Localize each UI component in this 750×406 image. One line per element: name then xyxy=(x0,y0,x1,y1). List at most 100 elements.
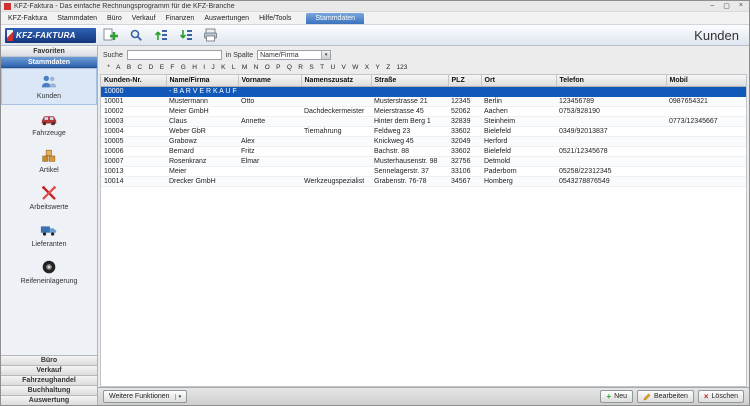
search-input[interactable] xyxy=(126,50,222,60)
table-cell xyxy=(666,86,746,97)
alpha-letter[interactable]: R xyxy=(295,64,306,71)
alpha-letter[interactable]: X xyxy=(362,64,373,71)
table-cell: Weber GbR xyxy=(166,126,238,137)
table-row[interactable]: 10003 Claus Annette Hinter dem Berg 1 32839 S… xyxy=(101,116,746,127)
menu-item-auswertungen[interactable]: Auswertungen xyxy=(199,13,254,24)
alpha-letter[interactable]: Q xyxy=(284,64,295,71)
menu-item-finanzen[interactable]: Finanzen xyxy=(161,13,200,24)
alpha-letter[interactable]: Y xyxy=(372,64,383,71)
print-icon[interactable] xyxy=(200,26,221,44)
customer-table: Kunden-Nr. Name/Firma Vorname Namenszusatz S… xyxy=(100,74,747,387)
tab-stammdaten[interactable]: Stammdaten xyxy=(306,13,365,24)
table-cell: Elmar xyxy=(238,156,301,167)
chevron-down-icon[interactable]: ▾ xyxy=(174,393,181,400)
app-logo: KFZ-FAKTURA xyxy=(5,27,96,43)
maximize-button[interactable]: ▢ xyxy=(723,2,730,10)
column-header[interactable]: Kunden-Nr. xyxy=(101,75,167,87)
alpha-letter[interactable]: A xyxy=(113,64,124,71)
alpha-letter[interactable]: O xyxy=(262,64,273,71)
table-row[interactable]: 10014 Drecker GmbH Werkzeugspezialist Grabe… xyxy=(101,176,746,187)
table-row[interactable]: 10006 Bernard Fritz Bachstr. 88 33602 Bielefe… xyxy=(101,146,746,157)
edit-button[interactable]: Bearbeiten xyxy=(637,390,694,403)
alpha-letter[interactable]: D xyxy=(145,64,156,71)
table-row[interactable]: 10013 Meier Sennelagerstr. 37 33106 Paderbor… xyxy=(101,166,746,177)
table-row[interactable]: 10002 Meier GmbH Dachdeckermeister Meierstr… xyxy=(101,106,746,117)
sidebar-item-arbeitswerte[interactable]: Arbeitswerte xyxy=(1,179,97,216)
sidebar-stammdaten-header[interactable]: Stammdaten xyxy=(1,57,97,68)
alpha-letter[interactable]: I xyxy=(200,64,208,71)
sidebar-item-buero[interactable]: Büro xyxy=(1,355,97,365)
sidebar-item-label: Fahrzeuge xyxy=(32,130,66,137)
alpha-letter[interactable]: N xyxy=(250,64,261,71)
table-cell: 32756 xyxy=(448,156,481,167)
alpha-letter[interactable]: F xyxy=(167,64,177,71)
cross-icon: × xyxy=(703,391,709,401)
alpha-letter[interactable]: Z xyxy=(383,64,393,71)
table-cell: 0753/928190 xyxy=(556,106,666,117)
logo-text: KFZ-FAKTURA xyxy=(16,30,76,40)
column-header[interactable]: Mobil xyxy=(666,75,746,87)
sort-descending-icon[interactable] xyxy=(175,26,196,44)
alpha-letter[interactable]: S xyxy=(306,64,317,71)
alpha-letter[interactable]: * xyxy=(104,64,113,71)
alpha-letter[interactable]: E xyxy=(157,64,168,71)
alpha-letter[interactable]: M xyxy=(239,64,251,71)
sidebar-item-auswertung[interactable]: Auswertung xyxy=(1,395,97,405)
pencil-icon xyxy=(643,393,651,401)
delete-button[interactable]: × Löschen xyxy=(697,390,744,403)
alpha-letter[interactable]: K xyxy=(218,64,229,71)
column-header[interactable]: Name/Firma xyxy=(166,75,239,87)
alpha-letter[interactable]: W xyxy=(349,64,362,71)
sidebar-item-verkauf[interactable]: Verkauf xyxy=(1,365,97,375)
sidebar-item-fahrzeughandel[interactable]: Fahrzeughandel xyxy=(1,375,97,385)
table-cell: 0521/12345678 xyxy=(556,146,666,157)
alpha-letter[interactable]: U xyxy=(327,64,338,71)
alpha-letter[interactable]: G xyxy=(178,64,189,71)
alpha-letter[interactable]: L xyxy=(229,64,239,71)
column-header[interactable]: Straße xyxy=(371,75,449,87)
column-header[interactable]: Telefon xyxy=(556,75,667,87)
column-header[interactable]: Namenszusatz xyxy=(301,75,372,87)
column-select[interactable]: Name/Firma ▾ xyxy=(257,50,332,60)
menu-item-stammdaten[interactable]: Stammdaten xyxy=(52,13,102,24)
menu-item-buero[interactable]: Büro xyxy=(102,13,127,24)
table-cell: 123456789 xyxy=(556,96,666,107)
alpha-letter[interactable]: P xyxy=(273,64,284,71)
table-cell: 10005 xyxy=(101,136,166,147)
sort-ascending-icon[interactable] xyxy=(150,26,171,44)
sidebar-favorites-header[interactable]: Favoriten xyxy=(1,46,97,57)
close-button[interactable]: × xyxy=(739,2,743,10)
table-row[interactable]: 10001 Mustermann Otto Musterstrasse 21 12345… xyxy=(101,96,746,107)
sidebar-item-reifeneinlagerung[interactable]: Reifeneinlagerung xyxy=(1,253,97,290)
table-row[interactable]: 10007 Rosenkranz Elmar Musterhausenstr. 98 3… xyxy=(101,156,746,167)
sidebar-item-buchhaltung[interactable]: Buchhaltung xyxy=(1,385,97,395)
alpha-letter[interactable]: J xyxy=(208,64,218,71)
new-button[interactable]: + Neu xyxy=(600,390,633,403)
alphabet-filter: * A B C D E F G H I J K L M N O P Q R S T U V W X Y Z 123 xyxy=(98,62,749,72)
minimize-button[interactable]: – xyxy=(710,2,714,10)
alpha-letter[interactable]: B xyxy=(124,64,135,71)
column-header[interactable]: Vorname xyxy=(238,75,302,87)
menu-item-kfz-faktura[interactable]: KFZ-Faktura xyxy=(3,13,52,24)
alpha-letter[interactable]: C xyxy=(134,64,145,71)
table-row[interactable]: 10005 Grabowz Alex Knickweg 45 32049 Herford xyxy=(101,136,746,147)
sidebar-item-artikel[interactable]: Artikel xyxy=(1,142,97,179)
table-cell: 10002 xyxy=(101,106,166,117)
column-header[interactable]: PLZ xyxy=(448,75,482,87)
menu-item-hilfe-tools[interactable]: Hilfe/Tools xyxy=(254,13,296,24)
alpha-letter[interactable]: 123 xyxy=(393,64,410,71)
table-row[interactable]: 10004 Weber GbR Tiernahrung Feldweg 23 33602… xyxy=(101,126,746,137)
column-header[interactable]: Ort xyxy=(481,75,557,87)
table-row[interactable]: 10000- B A R V E R K A U F - xyxy=(101,86,746,97)
alpha-letter[interactable]: V xyxy=(338,64,349,71)
menu-item-verkauf[interactable]: Verkauf xyxy=(127,13,161,24)
app-icon xyxy=(4,2,11,10)
more-functions-button[interactable]: Weitere Funktionen ▾ xyxy=(103,390,188,403)
sidebar-item-fahrzeuge[interactable]: Fahrzeuge xyxy=(1,105,97,142)
alpha-letter[interactable]: T xyxy=(317,64,327,71)
sidebar-item-kunden[interactable]: Kunden xyxy=(1,68,97,105)
search-icon[interactable] xyxy=(125,26,146,44)
alpha-letter[interactable]: H xyxy=(189,64,200,71)
new-record-icon[interactable] xyxy=(100,26,121,44)
sidebar-item-lieferanten[interactable]: Lieferanten xyxy=(1,216,97,253)
